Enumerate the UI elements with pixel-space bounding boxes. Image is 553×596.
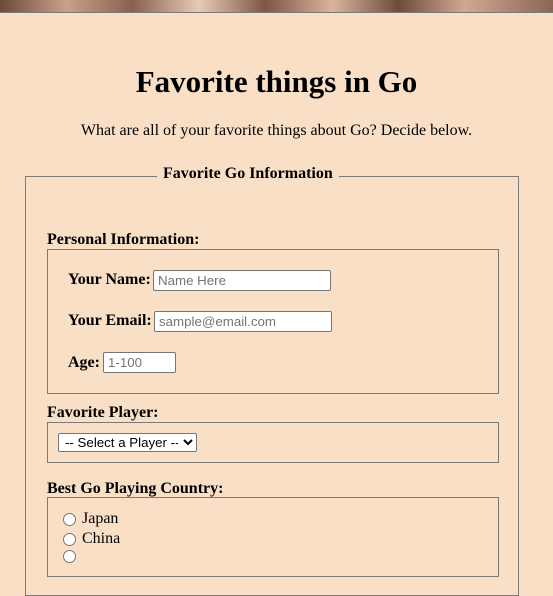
country-label-japan: Japan (82, 510, 119, 527)
player-select[interactable]: -- Select a Player -- (58, 433, 197, 452)
email-label: Your Email: (68, 312, 152, 329)
country-label-china: China (82, 530, 121, 547)
name-input[interactable] (153, 270, 331, 291)
page-title: Favorite things in Go (135, 64, 418, 99)
country-option-partial[interactable] (63, 550, 82, 563)
name-label: Your Name: (68, 271, 151, 288)
header-banner-image (0, 0, 553, 13)
personal-info-heading: Personal Information: (47, 231, 200, 248)
country-radio-partial[interactable] (63, 550, 76, 563)
age-label: Age: (68, 354, 100, 371)
best-country-heading: Best Go Playing Country: (47, 480, 224, 497)
intro-text: What are all of your favorite things abo… (80, 122, 473, 139)
favorite-player-heading: Favorite Player: (47, 404, 159, 421)
email-input[interactable] (154, 311, 332, 332)
fieldset-legend: Favorite Go Information (157, 165, 339, 183)
age-input[interactable] (103, 352, 176, 373)
country-option-japan[interactable]: Japan (63, 510, 118, 528)
country-radio-japan[interactable] (63, 512, 76, 526)
country-radio-china[interactable] (63, 532, 76, 546)
country-option-china[interactable]: China (63, 530, 120, 548)
